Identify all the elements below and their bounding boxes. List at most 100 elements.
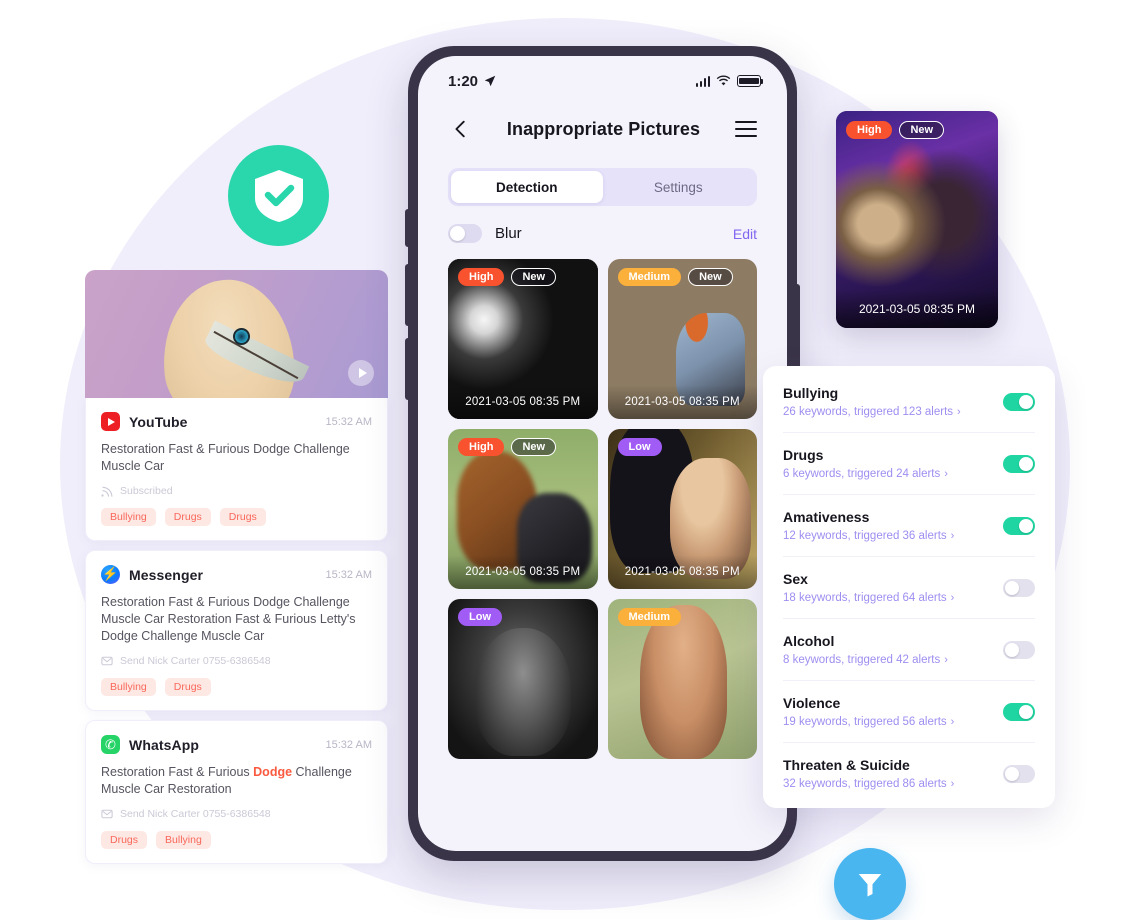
setting-row-violence[interactable]: Violence 19 keywords, triggered 56 alert… [763,680,1055,742]
phone-power-button[interactable] [796,284,800,372]
chevron-right-icon: › [944,468,948,480]
setting-title: Violence [783,695,841,711]
tag-item[interactable]: Drugs [101,831,148,849]
setting-toggle[interactable] [1003,764,1035,783]
setting-title: Bullying [783,385,839,401]
setting-row-bullying[interactable]: Bullying 26 keywords, triggered 123 aler… [763,370,1055,432]
photo-badges: Medium [617,608,682,626]
setting-toggle[interactable] [1003,392,1035,411]
chevron-right-icon: › [950,716,955,728]
setting-title: Drugs [783,447,824,463]
setting-text: Bullying 26 keywords, triggered 123 aler… [783,385,961,418]
setting-subtitle[interactable]: 6 keywords, triggered 24 alerts › [783,468,948,480]
body-highlight: Dodge [253,765,293,779]
setting-toggle[interactable] [1003,516,1035,535]
severity-badge: High [846,121,893,139]
phone-volume-down-button[interactable] [405,338,409,400]
chevron-right-icon: › [957,406,961,418]
photo-timestamp: 2021-03-05 08:35 PM [607,385,757,419]
setting-subtitle-text: 18 keywords, triggered 64 alerts [783,592,947,604]
setting-text: Amativeness 12 keywords, triggered 36 al… [783,509,954,542]
notification-card-youtube[interactable]: YouTube 15:32 AM Restoration Fast & Furi… [85,398,388,541]
severity-badge: Low [617,438,662,456]
setting-subtitle[interactable]: 19 keywords, triggered 56 alerts › [783,716,954,728]
tag-item[interactable]: Drugs [164,508,211,526]
tag-item[interactable]: Drugs [164,678,211,696]
notification-card-whatsapp[interactable]: ✆ WhatsApp 15:32 AM Restoration Fast & F… [85,720,388,864]
messenger-icon: ⚡ [101,565,120,584]
message-send-icon [101,656,113,666]
photo-timestamp: 2021-03-05 08:35 PM [448,555,598,589]
blur-control: Blur [448,224,522,243]
photo-tile[interactable]: Medium New 2021-03-05 08:35 PM [607,259,757,419]
meta-text: Send Nick Carter 0755-6386548 [120,808,271,820]
severity-badge: High [458,438,505,456]
photo-tile[interactable]: High New 2021-03-05 08:35 PM [448,259,598,419]
notification-header: YouTube 15:32 AM [101,412,372,431]
funnel-filter-icon[interactable] [834,848,906,920]
setting-text: Drugs 6 keywords, triggered 24 alerts › [783,447,948,480]
setting-toggle[interactable] [1003,454,1035,473]
notification-header: ⚡ Messenger 15:32 AM [101,565,372,584]
hamburger-menu-icon[interactable] [735,120,757,138]
tab-settings[interactable]: Settings [603,171,755,203]
app-name: WhatsApp [129,736,200,753]
setting-subtitle-text: 8 keywords, triggered 42 alerts [783,654,941,666]
photo-tile[interactable]: Low 2021-03-05 08:35 PM [607,429,757,589]
setting-toggle[interactable] [1003,578,1035,597]
setting-row-threaten-suicide[interactable]: Threaten & Suicide 32 keywords, triggere… [763,742,1055,804]
tag-item[interactable]: Drugs [219,508,266,526]
phone-mute-switch[interactable] [405,209,409,247]
notification-body: Restoration Fast & Furious Dodge Challen… [101,442,350,473]
setting-title: Amativeness [783,509,870,525]
severity-badge: Medium [617,268,682,286]
floating-photo-card[interactable]: High New 2021-03-05 08:35 PM [836,111,998,328]
status-bar-time: 1:20 [448,72,479,90]
photo-tile[interactable]: Medium [607,599,757,759]
setting-row-drugs[interactable]: Drugs 6 keywords, triggered 24 alerts › [763,432,1055,494]
tag-item[interactable]: Bullying [156,831,211,849]
nav-bar: Inappropriate Pictures [418,102,787,150]
photo-timestamp: 2021-03-05 08:35 PM [836,290,998,328]
status-bar-indicators [695,75,764,87]
setting-text: Threaten & Suicide 32 keywords, triggere… [783,757,954,790]
setting-subtitle[interactable]: 18 keywords, triggered 64 alerts › [783,592,954,604]
notification-time: 15:32 AM [325,415,372,428]
cellular-icon [695,75,710,87]
setting-toggle[interactable] [1003,640,1035,659]
new-badge: New [511,438,557,456]
photo-tile[interactable]: Low [448,599,598,759]
severity-badge: High [458,268,505,286]
meta-text: Subscribed [120,485,173,497]
tab-detection[interactable]: Detection [451,171,603,203]
phone-volume-up-button[interactable] [405,264,409,326]
video-thumbnail[interactable] [85,270,388,398]
setting-subtitle[interactable]: 12 keywords, triggered 36 alerts › [783,530,954,542]
notification-meta: Send Nick Carter 0755-6386548 [101,655,372,667]
setting-toggle[interactable] [1003,702,1035,721]
photo-badges: High New [458,438,557,456]
app-name: Messenger [129,566,204,583]
notification-meta: Subscribed [101,485,372,497]
app-identity: ✆ WhatsApp [101,735,199,754]
chevron-right-icon: › [950,530,955,542]
notification-card-messenger[interactable]: ⚡ Messenger 15:32 AM Restoration Fast & … [85,550,388,711]
setting-row-amativeness[interactable]: Amativeness 12 keywords, triggered 36 al… [763,494,1055,556]
setting-subtitle[interactable]: 32 keywords, triggered 86 alerts › [783,778,954,790]
setting-subtitle-text: 12 keywords, triggered 36 alerts [783,530,947,542]
chevron-left-icon[interactable] [450,118,472,140]
setting-subtitle[interactable]: 26 keywords, triggered 123 alerts › [783,406,961,418]
setting-subtitle[interactable]: 8 keywords, triggered 42 alerts › [783,654,948,666]
tag-item[interactable]: Bullying [101,508,156,526]
blur-row: Blur Edit [448,224,757,243]
tag-item[interactable]: Bullying [101,678,156,696]
setting-title: Threaten & Suicide [783,757,910,773]
setting-text: Violence 19 keywords, triggered 56 alert… [783,695,954,728]
blur-toggle[interactable] [448,224,482,243]
setting-row-alcohol[interactable]: Alcohol 8 keywords, triggered 42 alerts … [763,618,1055,680]
play-button[interactable] [348,360,374,386]
notification-time: 15:32 AM [325,568,372,581]
setting-row-sex[interactable]: Sex 18 keywords, triggered 64 alerts › [763,556,1055,618]
edit-link[interactable]: Edit [733,226,757,242]
photo-tile[interactable]: High New 2021-03-05 08:35 PM [448,429,598,589]
